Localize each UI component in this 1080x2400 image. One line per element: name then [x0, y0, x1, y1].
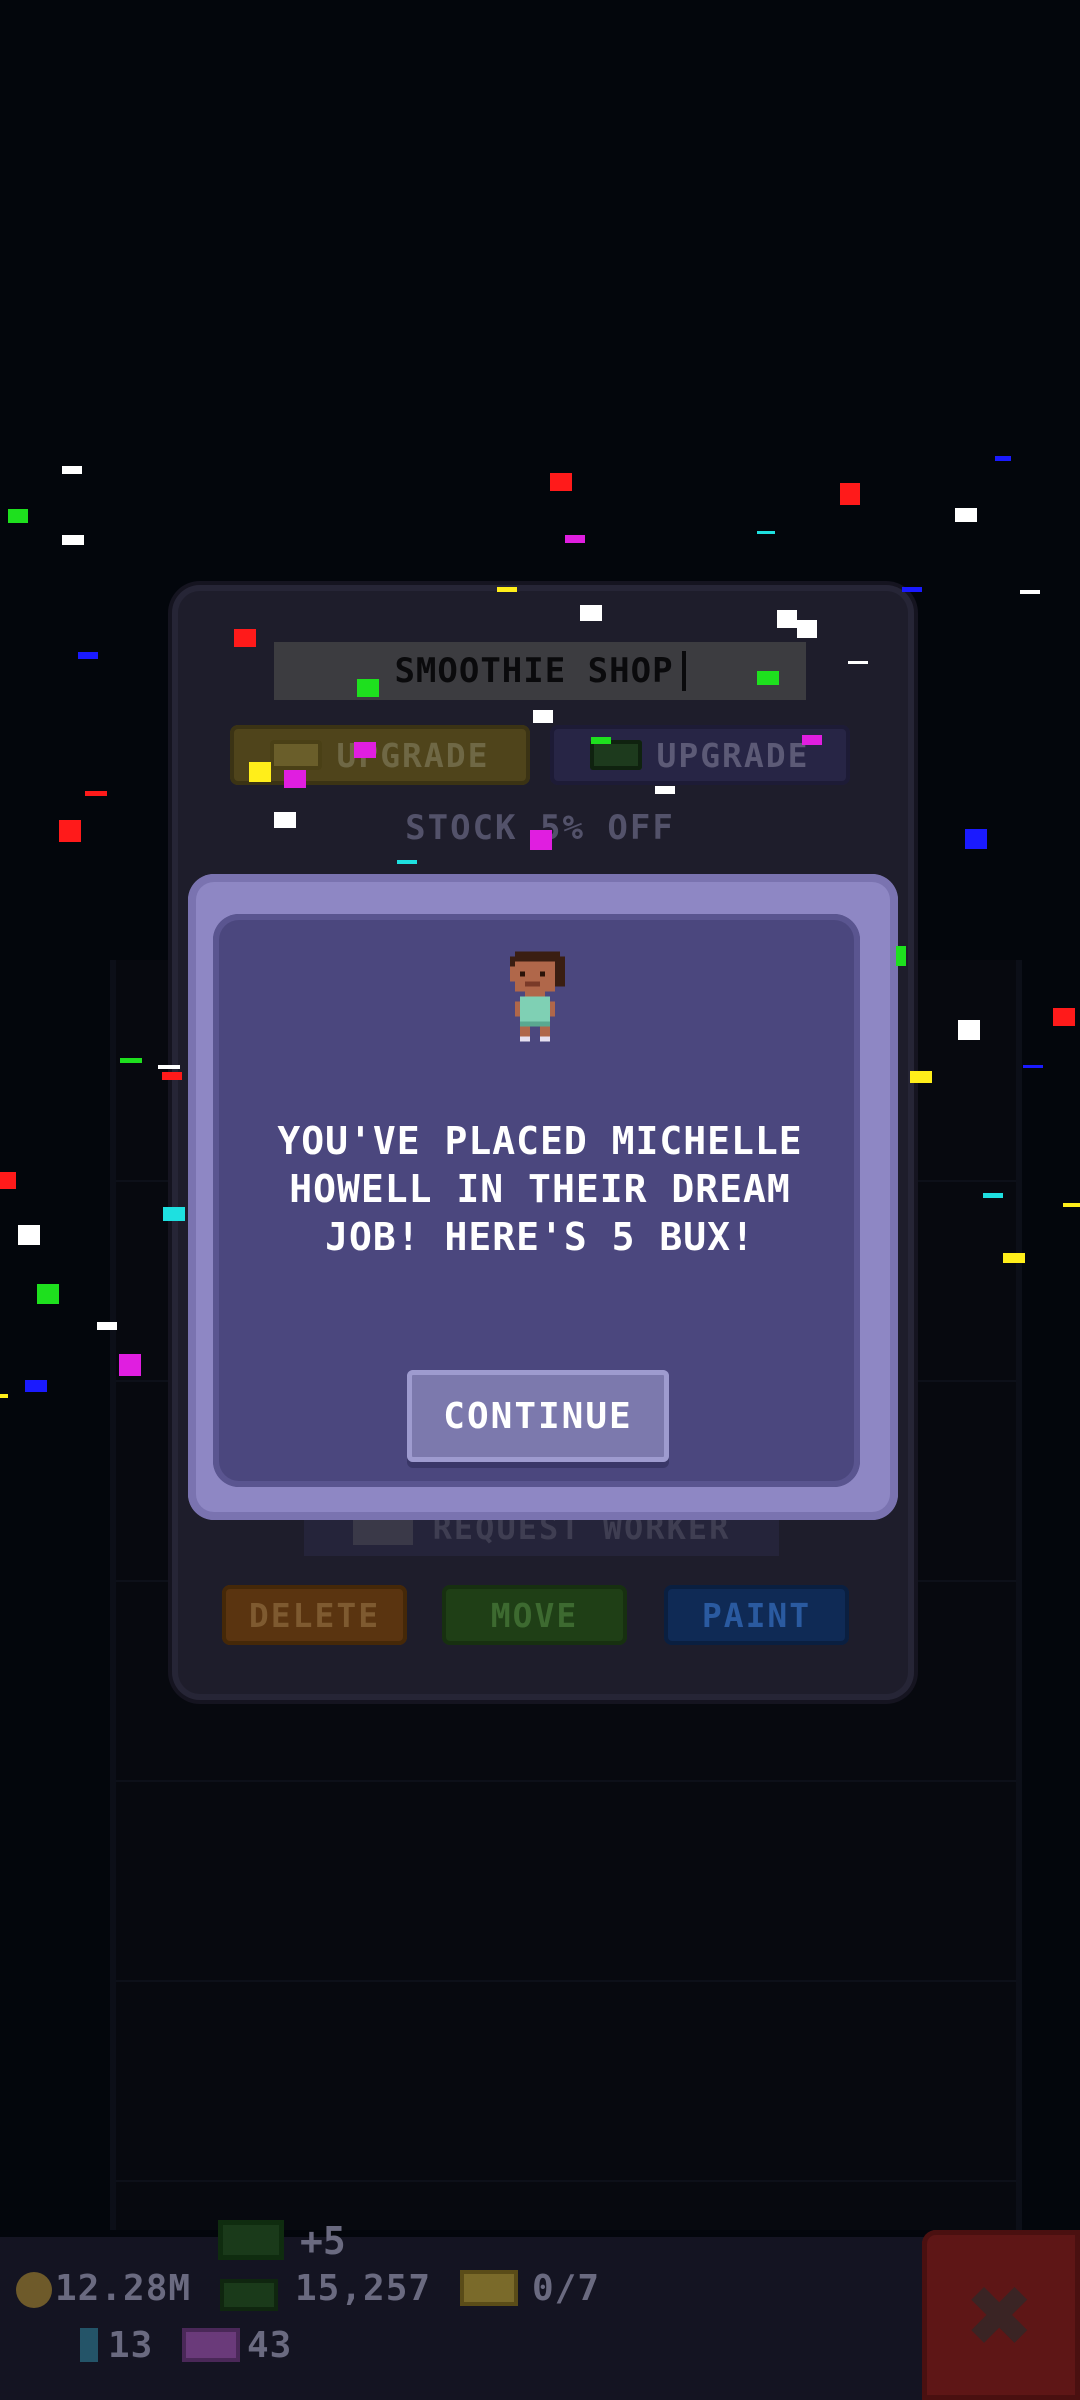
confetti-piece: [18, 1225, 40, 1245]
confetti-piece: [357, 679, 379, 697]
confetti-piece: [78, 652, 98, 659]
confetti-piece: [1063, 1203, 1080, 1207]
confetti-piece: [1053, 1008, 1075, 1026]
confetti-piece: [797, 620, 817, 638]
confetti-piece: [777, 610, 797, 628]
confetti-piece: [397, 860, 417, 864]
confetti-piece: [1003, 1253, 1025, 1263]
confetti-piece: [550, 473, 572, 491]
confetti-piece: [910, 1071, 932, 1083]
ticket-icon: [460, 2270, 518, 2306]
close-button[interactable]: ✖: [922, 2230, 1080, 2400]
confetti-piece: [234, 629, 256, 647]
confetti-piece: [1023, 1065, 1043, 1068]
confetti-piece: [25, 1380, 47, 1392]
confetti-piece: [530, 830, 552, 850]
confetti-piece: [497, 587, 517, 592]
confetti-piece: [896, 946, 906, 966]
confetti-piece: [59, 820, 81, 842]
confetti-piece: [62, 466, 82, 474]
confetti-piece: [85, 791, 107, 796]
confetti-piece: [565, 535, 585, 543]
confetti-piece: [354, 742, 376, 758]
confetti-piece: [8, 509, 28, 523]
bux-count: 15,257: [295, 2268, 432, 2309]
confetti-piece: [958, 1020, 980, 1040]
bux-gain-icon: [218, 2220, 284, 2260]
ticket-count: 0/7: [532, 2268, 601, 2309]
confetti-layer: [0, 0, 1080, 2400]
confetti-piece: [249, 762, 271, 782]
confetti-piece: [757, 671, 779, 685]
close-icon: ✖: [967, 2251, 1035, 2379]
confetti-piece: [97, 1322, 117, 1330]
confetti-piece: [163, 1207, 185, 1221]
status-bar: [0, 2237, 1080, 2400]
confetti-piece: [284, 770, 306, 788]
confetti-piece: [533, 710, 553, 723]
confetti-piece: [757, 531, 775, 534]
bux-icon: [220, 2279, 278, 2311]
confetti-piece: [655, 786, 675, 794]
confetti-piece: [0, 1172, 16, 1189]
confetti-piece: [62, 535, 84, 545]
confetti-piece: [119, 1354, 141, 1376]
tower-bux-count: 43: [247, 2325, 293, 2366]
confetti-piece: [1020, 590, 1040, 594]
confetti-piece: [37, 1284, 59, 1304]
confetti-piece: [802, 735, 822, 745]
bux-gain-text: +5: [300, 2219, 346, 2263]
confetti-piece: [162, 1072, 182, 1080]
confetti-piece: [955, 508, 977, 522]
confetti-piece: [274, 812, 296, 828]
confetti-piece: [591, 737, 611, 744]
gem-icon: [80, 2328, 98, 2362]
confetti-piece: [995, 456, 1011, 461]
confetti-piece: [120, 1058, 142, 1063]
coin-count: 12.28M: [55, 2268, 192, 2309]
confetti-piece: [0, 1394, 8, 1398]
gem-count: 13: [108, 2325, 154, 2366]
confetti-piece: [848, 661, 868, 664]
confetti-piece: [158, 1065, 180, 1069]
confetti-piece: [983, 1193, 1003, 1198]
confetti-piece: [902, 587, 922, 592]
confetti-piece: [965, 829, 987, 849]
tower-bux-icon: [182, 2328, 240, 2362]
confetti-piece: [840, 483, 860, 505]
coin-icon: [16, 2272, 52, 2308]
confetti-piece: [580, 605, 602, 621]
